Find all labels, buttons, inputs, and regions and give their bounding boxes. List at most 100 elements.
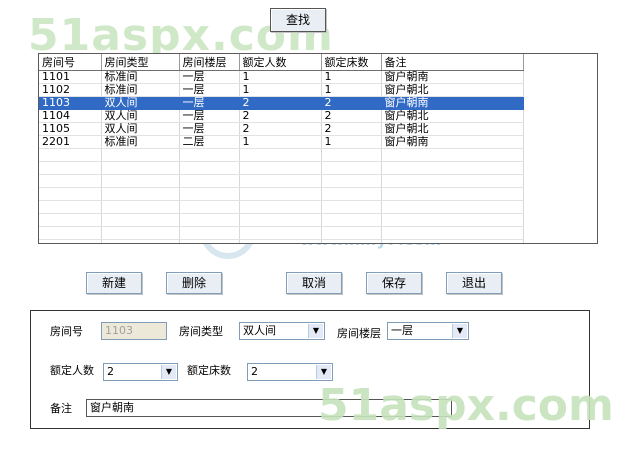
empty-row [39, 148, 524, 162]
empty-cell [39, 200, 102, 214]
remark-field[interactable]: 窗户朝南 [86, 399, 452, 417]
remark-label: 备注 [50, 402, 72, 415]
table-cell: 窗户朝南 [381, 135, 524, 149]
empty-cell [381, 187, 524, 201]
table-cell: 1105 [39, 122, 102, 136]
table-cell: 双人间 [101, 109, 180, 123]
table-cell: 2 [321, 122, 382, 136]
empty-cell [239, 226, 322, 240]
table-row[interactable]: 1105 双人间 一层 2 2 窗户朝北 [39, 122, 524, 136]
empty-cell [321, 187, 382, 201]
room-no-field[interactable]: 1103 [101, 322, 167, 340]
chevron-down-icon[interactable]: ▼ [161, 365, 176, 379]
table-cell: 窗户朝北 [381, 109, 524, 123]
empty-row [39, 239, 524, 243]
empty-cell [381, 226, 524, 240]
empty-cell [321, 200, 382, 214]
table-row[interactable]: 1104 双人间 一层 2 2 窗户朝北 [39, 109, 524, 123]
table-cell: 1103 [39, 96, 102, 110]
empty-cell [239, 148, 322, 162]
empty-cell [101, 226, 180, 240]
empty-cell [101, 161, 180, 175]
column-header[interactable]: 额定人数 [239, 54, 322, 71]
column-header[interactable]: 房间楼层 [179, 54, 240, 71]
empty-cell [239, 174, 322, 188]
table-cell: 双人间 [101, 96, 180, 110]
rated-people-value: 2 [107, 365, 114, 378]
table-cell: 双人间 [101, 122, 180, 136]
column-header[interactable]: 房间号 [39, 54, 102, 71]
empty-cell [381, 239, 524, 243]
rated-beds-select[interactable]: 2 ▼ [247, 363, 333, 381]
chevron-down-icon[interactable]: ▼ [316, 365, 331, 379]
empty-cell [179, 161, 240, 175]
empty-cell [179, 226, 240, 240]
room-type-value: 双人间 [243, 324, 276, 337]
new-button[interactable]: 新建 [86, 272, 142, 294]
empty-cell [101, 187, 180, 201]
empty-cell [321, 174, 382, 188]
exit-button[interactable]: 退出 [446, 272, 502, 294]
empty-cell [321, 161, 382, 175]
empty-cell [39, 187, 102, 201]
table-cell: 一层 [179, 122, 240, 136]
table-cell: 标准间 [101, 135, 180, 149]
table-cell: 一层 [179, 70, 240, 84]
grid-header-row: 房间号 房间类型 房间楼层 额定人数 额定床数 备注 [39, 54, 524, 71]
table-row[interactable]: 2201 标准间 二层 1 1 窗户朝南 [39, 135, 524, 149]
table-row[interactable]: 1101 标准间 一层 1 1 窗户朝南 [39, 70, 524, 84]
room-floor-label: 房间楼层 [337, 327, 381, 340]
rated-people-select[interactable]: 2 ▼ [103, 363, 178, 381]
table-cell: 1101 [39, 70, 102, 84]
room-grid[interactable]: 房间号 房间类型 房间楼层 额定人数 额定床数 备注 1101 标准间 一层 1 1 窗户朝南 110… [38, 53, 598, 244]
empty-cell [101, 148, 180, 162]
empty-cell [101, 200, 180, 214]
save-button[interactable]: 保存 [366, 272, 422, 294]
room-floor-select[interactable]: 一层 ▼ [387, 322, 469, 340]
table-cell: 2 [239, 109, 322, 123]
table-cell: 1 [239, 70, 322, 84]
empty-cell [239, 161, 322, 175]
column-header[interactable]: 额定床数 [321, 54, 382, 71]
empty-row [39, 161, 524, 175]
cancel-button[interactable]: 取消 [286, 272, 342, 294]
table-cell: 1 [239, 135, 322, 149]
table-cell: 窗户朝南 [381, 70, 524, 84]
empty-row [39, 174, 524, 188]
rated-beds-value: 2 [251, 365, 258, 378]
empty-cell [39, 239, 102, 243]
table-cell: 2201 [39, 135, 102, 149]
empty-cell [321, 226, 382, 240]
chevron-down-icon[interactable]: ▼ [308, 324, 323, 338]
empty-cell [179, 200, 240, 214]
table-cell: 2 [321, 109, 382, 123]
column-header[interactable]: 房间类型 [101, 54, 180, 71]
rated-people-label: 额定人数 [50, 364, 94, 377]
table-cell: 标准间 [101, 70, 180, 84]
room-edit-panel: 房间号 1103 房间类型 双人间 ▼ 房间楼层 一层 ▼ 额定人数 2 ▼ 额… [30, 310, 590, 429]
empty-row [39, 226, 524, 240]
delete-button[interactable]: 删除 [166, 272, 222, 294]
table-row[interactable]: 1102 标准间 一层 1 1 窗户朝北 [39, 83, 524, 97]
search-button[interactable]: 查找 [270, 8, 326, 32]
rated-beds-label: 额定床数 [187, 364, 231, 377]
column-header[interactable]: 备注 [381, 54, 524, 71]
empty-cell [239, 213, 322, 227]
empty-cell [239, 239, 322, 243]
room-type-select[interactable]: 双人间 ▼ [239, 322, 325, 340]
table-cell: 一层 [179, 83, 240, 97]
table-cell: 1 [321, 135, 382, 149]
table-cell: 一层 [179, 109, 240, 123]
empty-cell [101, 239, 180, 243]
empty-cell [101, 213, 180, 227]
empty-cell [239, 200, 322, 214]
chevron-down-icon[interactable]: ▼ [452, 324, 467, 338]
table-cell: 一层 [179, 96, 240, 110]
table-cell: 二层 [179, 135, 240, 149]
empty-cell [179, 187, 240, 201]
table-row[interactable]: 1103 双人间 一层 2 2 窗户朝南 [39, 96, 524, 110]
table-cell: 2 [321, 96, 382, 110]
table-cell: 1 [321, 83, 382, 97]
empty-cell [101, 174, 180, 188]
empty-cell [381, 200, 524, 214]
